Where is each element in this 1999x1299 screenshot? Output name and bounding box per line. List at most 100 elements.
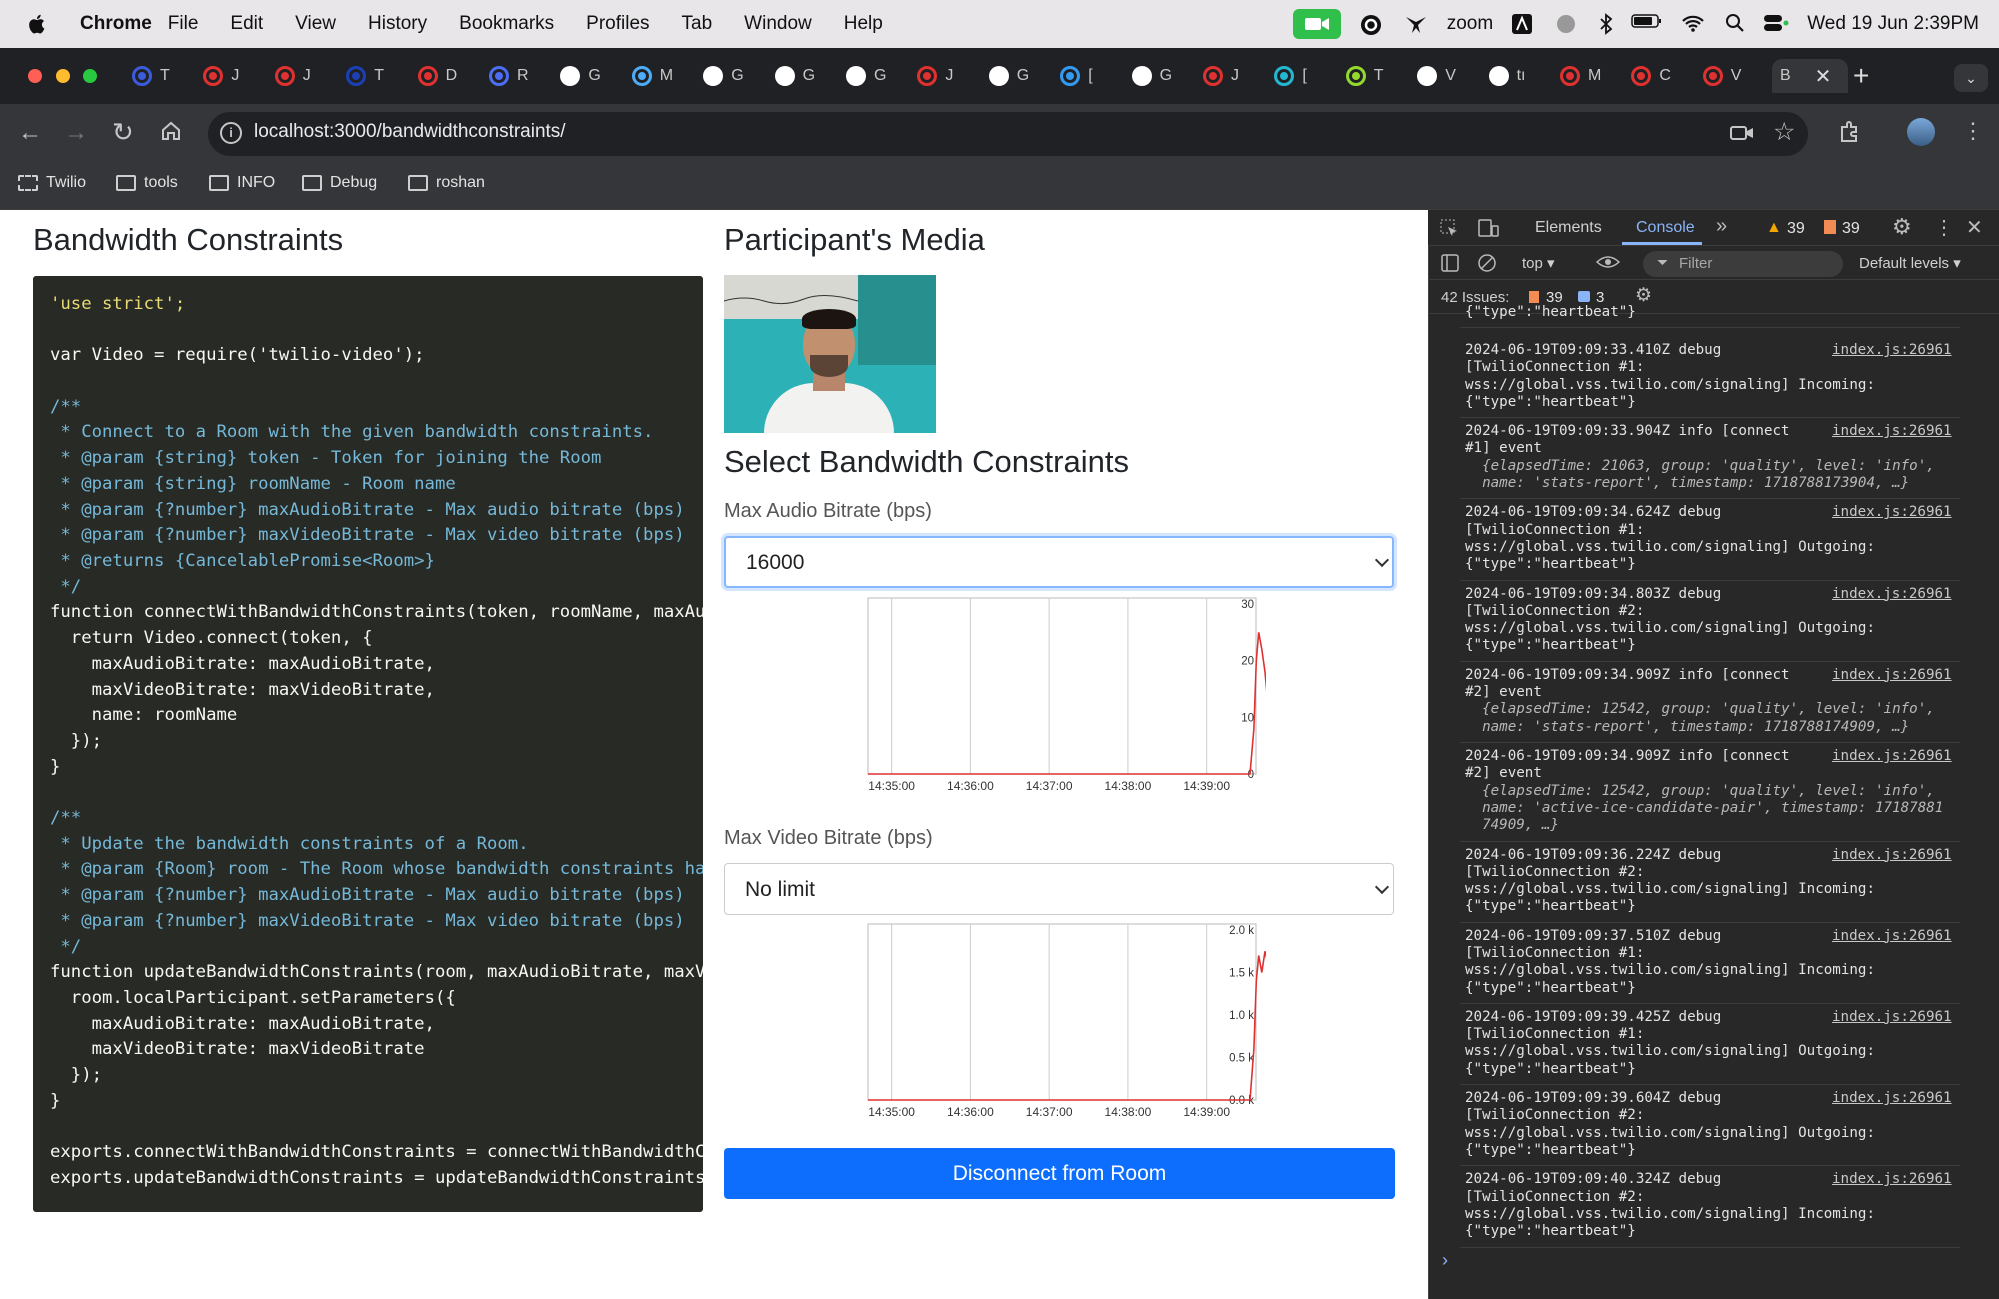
menu-profiles[interactable]: Profiles xyxy=(586,13,649,35)
browser-tab[interactable]: G xyxy=(695,59,761,93)
bird-icon[interactable] xyxy=(1403,13,1429,35)
new-tab-button[interactable]: + xyxy=(1853,60,1869,92)
browser-tab[interactable]: G xyxy=(767,59,833,93)
extensions-puzzle-icon[interactable] xyxy=(1838,119,1862,148)
battery-icon[interactable] xyxy=(1631,13,1663,35)
home-icon[interactable] xyxy=(160,120,182,147)
bookmark-twilio[interactable]: Twilio xyxy=(18,174,86,192)
wifi-icon[interactable] xyxy=(1681,13,1707,35)
disconnect-button[interactable]: Disconnect from Room xyxy=(724,1148,1395,1199)
browser-tab[interactable]: G xyxy=(981,59,1047,93)
zoom-label[interactable]: zoom xyxy=(1447,13,1493,35)
browser-tab[interactable]: J xyxy=(195,59,261,93)
menu-history[interactable]: History xyxy=(368,13,427,35)
source-link[interactable]: index.js:26961 xyxy=(1832,748,1952,764)
browser-tab[interactable]: D xyxy=(410,59,476,93)
menu-view[interactable]: View xyxy=(295,13,336,35)
spotlight-search-icon[interactable] xyxy=(1725,13,1745,35)
browser-menu-icon[interactable]: ⋮ xyxy=(1962,118,1984,144)
menu-help[interactable]: Help xyxy=(844,13,883,35)
clear-console-icon[interactable] xyxy=(1477,253,1497,278)
back-arrow-icon[interactable]: ← xyxy=(18,119,42,147)
browser-tab[interactable]: R xyxy=(481,59,547,93)
browser-tab[interactable]: C xyxy=(1623,59,1689,93)
browser-tab[interactable]: M xyxy=(624,59,690,93)
browser-tab[interactable]: J xyxy=(909,59,975,93)
source-link[interactable]: index.js:26961 xyxy=(1832,423,1952,439)
control-center-icon[interactable] xyxy=(1763,13,1789,35)
window-minimize-button[interactable] xyxy=(56,69,70,83)
console-message[interactable]: {"type":"heartbeat"} xyxy=(1465,304,1961,321)
menu-bookmarks[interactable]: Bookmarks xyxy=(459,13,554,35)
console-prompt-icon[interactable]: › xyxy=(1442,1250,1448,1271)
bookmark-info[interactable]: INFO xyxy=(209,174,275,192)
sidebar-toggle-icon[interactable] xyxy=(1440,253,1460,278)
warnings-count[interactable]: 39 xyxy=(1787,220,1805,238)
menu-edit[interactable]: Edit xyxy=(230,13,263,35)
reload-icon[interactable]: ↻ xyxy=(112,117,134,148)
source-link[interactable]: index.js:26961 xyxy=(1832,1090,1952,1106)
source-link[interactable]: index.js:26961 xyxy=(1832,847,1952,863)
bookmark-star-icon[interactable]: ☆ xyxy=(1773,117,1795,147)
warning-triangle-icon[interactable]: ▲ xyxy=(1766,219,1782,237)
window-zoom-button[interactable] xyxy=(83,69,97,83)
error-flag-icon[interactable] xyxy=(1824,220,1836,234)
browser-tab[interactable]: [ xyxy=(1052,59,1118,93)
bookmark-roshan[interactable]: roshan xyxy=(408,174,485,192)
tab-search-button[interactable]: ⌄ xyxy=(1954,64,1988,92)
address-url[interactable]: localhost:3000/bandwidthconstraints/ xyxy=(254,121,566,143)
video-bitrate-select[interactable]: No limit xyxy=(724,863,1394,915)
globe-icon[interactable] xyxy=(1555,13,1581,35)
source-link[interactable]: index.js:26961 xyxy=(1832,586,1952,602)
inspect-element-icon[interactable] xyxy=(1439,218,1459,243)
browser-tab[interactable]: T xyxy=(338,59,404,93)
audio-bitrate-select[interactable]: 16000 xyxy=(724,536,1394,588)
font-book-icon[interactable] xyxy=(1511,13,1537,35)
bookmark-debug[interactable]: Debug xyxy=(302,174,377,192)
browser-tab[interactable]: G xyxy=(1124,59,1190,93)
errors-count[interactable]: 39 xyxy=(1842,220,1860,238)
forward-arrow-icon[interactable]: → xyxy=(64,119,88,147)
browser-tab[interactable]: [ xyxy=(1266,59,1332,93)
browser-tab[interactable]: V xyxy=(1695,59,1761,93)
browser-tab[interactable]: T xyxy=(1338,59,1404,93)
source-link[interactable]: index.js:26961 xyxy=(1832,667,1952,683)
source-link[interactable]: index.js:26961 xyxy=(1832,342,1952,358)
context-selector[interactable]: top ▾ xyxy=(1522,254,1555,272)
console-filter-input[interactable]: ⏷ Filter xyxy=(1643,251,1843,277)
profile-avatar[interactable] xyxy=(1907,118,1935,146)
menu-clock[interactable]: Wed 19 Jun 2:39PM xyxy=(1807,13,1979,35)
menu-file[interactable]: File xyxy=(168,13,199,35)
browser-tab[interactable]: tı xyxy=(1481,59,1547,93)
tab-elements[interactable]: Elements xyxy=(1535,219,1602,237)
apple-logo-icon[interactable] xyxy=(26,13,46,35)
live-expression-eye-icon[interactable] xyxy=(1595,254,1621,275)
close-devtools-icon[interactable]: ✕ xyxy=(1966,215,1983,240)
bluetooth-icon[interactable] xyxy=(1599,13,1613,35)
browser-tab[interactable]: J xyxy=(1195,59,1261,93)
browser-tab[interactable]: G xyxy=(552,59,618,93)
grammarly-icon[interactable] xyxy=(1359,13,1385,35)
more-tabs-icon[interactable]: » xyxy=(1716,215,1727,238)
devtools-menu-icon[interactable]: ⋮ xyxy=(1934,215,1954,240)
browser-tab[interactable]: M xyxy=(1552,59,1618,93)
site-info-icon[interactable]: i xyxy=(220,122,242,144)
menu-tab[interactable]: Tab xyxy=(682,13,713,35)
browser-tab[interactable]: T xyxy=(124,59,190,93)
active-tab[interactable]: B ✕ xyxy=(1772,59,1848,93)
bookmark-tools[interactable]: tools xyxy=(116,174,178,192)
camera-in-use-icon[interactable] xyxy=(1730,124,1754,147)
facetime-camera-icon[interactable] xyxy=(1292,9,1341,39)
source-link[interactable]: index.js:26961 xyxy=(1832,1009,1952,1025)
window-close-button[interactable] xyxy=(28,69,42,83)
menu-app-name[interactable]: Chrome xyxy=(80,13,152,35)
browser-tab[interactable]: V xyxy=(1409,59,1475,93)
browser-tab[interactable]: J xyxy=(267,59,333,93)
close-tab-icon[interactable]: ✕ xyxy=(1815,64,1832,89)
source-link[interactable]: index.js:26961 xyxy=(1832,504,1952,520)
tab-console[interactable]: Console xyxy=(1636,219,1695,237)
source-link[interactable]: index.js:26961 xyxy=(1832,928,1952,944)
source-link[interactable]: index.js:26961 xyxy=(1832,1171,1952,1187)
log-levels-dropdown[interactable]: Default levels ▾ xyxy=(1859,254,1961,272)
menu-window[interactable]: Window xyxy=(744,13,812,35)
